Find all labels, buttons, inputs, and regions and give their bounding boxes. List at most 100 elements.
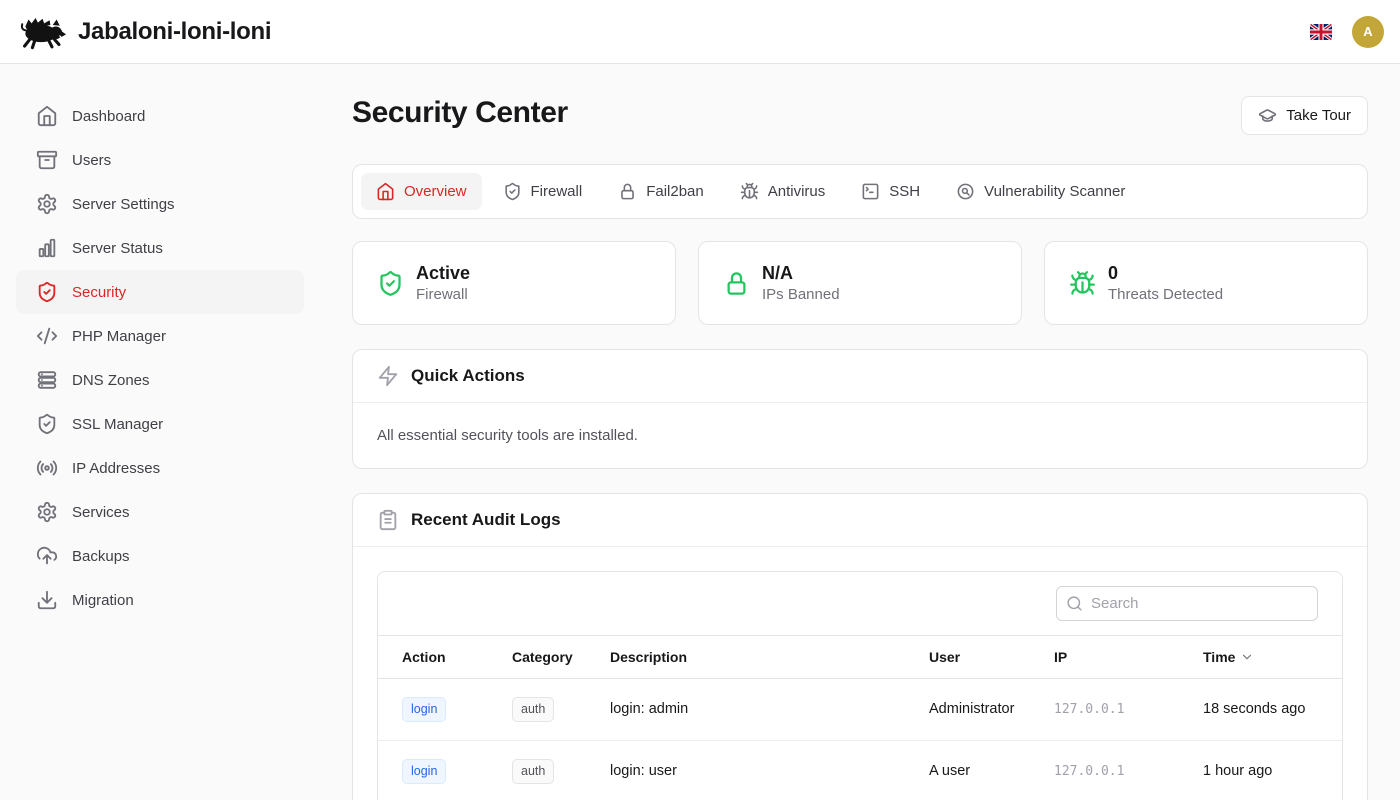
tab-fail2ban[interactable]: Fail2ban: [603, 173, 719, 210]
tab-overview[interactable]: Overview: [361, 173, 482, 210]
sidebar-item-label: Backups: [72, 548, 130, 565]
stat-label: Firewall: [416, 285, 470, 305]
log-ip: 127.0.0.1: [1054, 702, 1124, 717]
lock-icon: [618, 182, 637, 201]
tab-label: SSH: [889, 183, 920, 200]
gear-icon: [36, 501, 58, 523]
shield-check-icon: [36, 413, 58, 435]
quick-actions-panel: Quick Actions All essential security too…: [352, 349, 1368, 469]
column-time[interactable]: Time: [1179, 636, 1342, 679]
tab-vulnerability-scanner[interactable]: Vulnerability Scanner: [941, 173, 1140, 210]
bug-icon: [1069, 270, 1096, 297]
sidebar-item-ssl-manager[interactable]: SSL Manager: [16, 402, 304, 446]
language-flag-icon[interactable]: [1310, 24, 1332, 40]
sidebar-item-users[interactable]: Users: [16, 138, 304, 182]
sidebar-item-label: Server Settings: [72, 196, 175, 213]
sidebar-item-dns-zones[interactable]: DNS Zones: [16, 358, 304, 402]
audit-table: Action Category Description User IP Time: [378, 635, 1342, 800]
sidebar-item-server-settings[interactable]: Server Settings: [16, 182, 304, 226]
graduation-cap-icon: [1258, 106, 1277, 125]
quick-actions-title: Quick Actions: [411, 366, 525, 386]
sidebar-item-label: Services: [72, 504, 130, 521]
home-icon: [36, 105, 58, 127]
sidebar-item-label: IP Addresses: [72, 460, 160, 477]
column-ip: IP: [1030, 636, 1179, 679]
sidebar-item-label: Users: [72, 152, 111, 169]
sidebar-item-label: DNS Zones: [72, 372, 150, 389]
chevron-down-icon: [1240, 650, 1254, 664]
sidebar-item-label: Dashboard: [72, 108, 145, 125]
code-icon: [36, 325, 58, 347]
tab-label: Fail2ban: [646, 183, 704, 200]
sidebar-item-label: Migration: [72, 592, 134, 609]
log-description: login: user: [586, 740, 905, 800]
log-description: login: admin: [586, 679, 905, 741]
brand-logo[interactable]: Jabaloni-loni-loni: [16, 13, 271, 51]
stat-value: 0: [1108, 261, 1223, 285]
server-stack-icon: [36, 369, 58, 391]
stat-value: N/A: [762, 261, 840, 285]
quick-actions-message: All essential security tools are install…: [377, 427, 1343, 444]
tab-label: Vulnerability Scanner: [984, 183, 1125, 200]
column-user: User: [905, 636, 1030, 679]
audit-table-card: Action Category Description User IP Time: [377, 571, 1343, 800]
shield-check-icon: [36, 281, 58, 303]
stat-card-threats: 0 Threats Detected: [1044, 241, 1368, 325]
sidebar-item-ip-addresses[interactable]: IP Addresses: [16, 446, 304, 490]
sidebar-item-dashboard[interactable]: Dashboard: [16, 94, 304, 138]
sidebar-item-server-status[interactable]: Server Status: [16, 226, 304, 270]
sidebar: Dashboard Users Server Settings Server S…: [0, 64, 320, 800]
sidebar-item-services[interactable]: Services: [16, 490, 304, 534]
download-icon: [36, 589, 58, 611]
stat-card-firewall: Active Firewall: [352, 241, 676, 325]
bug-icon: [740, 182, 759, 201]
clipboard-list-icon: [377, 509, 399, 531]
sidebar-item-label: PHP Manager: [72, 328, 166, 345]
audit-logs-panel: Recent Audit Logs: [352, 493, 1368, 800]
sidebar-item-backups[interactable]: Backups: [16, 534, 304, 578]
search-icon: [1066, 595, 1083, 612]
topbar: Jabaloni-loni-loni A: [0, 0, 1400, 64]
audit-search: [1056, 586, 1318, 621]
lock-icon: [723, 270, 750, 297]
tab-firewall[interactable]: Firewall: [488, 173, 598, 210]
tab-label: Firewall: [531, 183, 583, 200]
cloud-upload-icon: [36, 545, 58, 567]
user-avatar[interactable]: A: [1352, 16, 1384, 48]
shield-check-icon: [377, 270, 404, 297]
gear-icon: [36, 193, 58, 215]
sidebar-item-php-manager[interactable]: PHP Manager: [16, 314, 304, 358]
stat-label: Threats Detected: [1108, 285, 1223, 305]
log-ip: 127.0.0.1: [1054, 764, 1124, 779]
sidebar-item-security[interactable]: Security: [16, 270, 304, 314]
tab-ssh[interactable]: SSH: [846, 173, 935, 210]
radio-icon: [36, 457, 58, 479]
sidebar-item-label: Server Status: [72, 240, 163, 257]
category-badge: auth: [512, 697, 554, 722]
category-badge: auth: [512, 759, 554, 784]
shield-check-icon: [503, 182, 522, 201]
table-row: login auth login: user A user 127.0.0.1 …: [378, 740, 1342, 800]
page-title: Security Center: [352, 96, 568, 130]
take-tour-button[interactable]: Take Tour: [1241, 96, 1368, 135]
tab-antivirus[interactable]: Antivirus: [725, 173, 841, 210]
search-input[interactable]: [1056, 586, 1318, 621]
bar-chart-icon: [36, 237, 58, 259]
tab-label: Antivirus: [768, 183, 826, 200]
sidebar-item-label: SSL Manager: [72, 416, 163, 433]
column-action: Action: [378, 636, 488, 679]
main-content: Security Center Take Tour Overview Firew…: [320, 64, 1400, 800]
brand-title: Jabaloni-loni-loni: [78, 18, 271, 46]
tab-label: Overview: [404, 183, 467, 200]
sidebar-item-migration[interactable]: Migration: [16, 578, 304, 622]
security-tabs: Overview Firewall Fail2ban Antivirus SSH…: [352, 164, 1368, 219]
table-header-row: Action Category Description User IP Time: [378, 636, 1342, 679]
column-category: Category: [488, 636, 586, 679]
take-tour-label: Take Tour: [1286, 107, 1351, 124]
column-time-label: Time: [1203, 649, 1235, 665]
log-time: 18 seconds ago: [1179, 679, 1342, 741]
stat-label: IPs Banned: [762, 285, 840, 305]
column-description: Description: [586, 636, 905, 679]
action-badge: login: [402, 759, 446, 784]
log-user: A user: [905, 740, 1030, 800]
